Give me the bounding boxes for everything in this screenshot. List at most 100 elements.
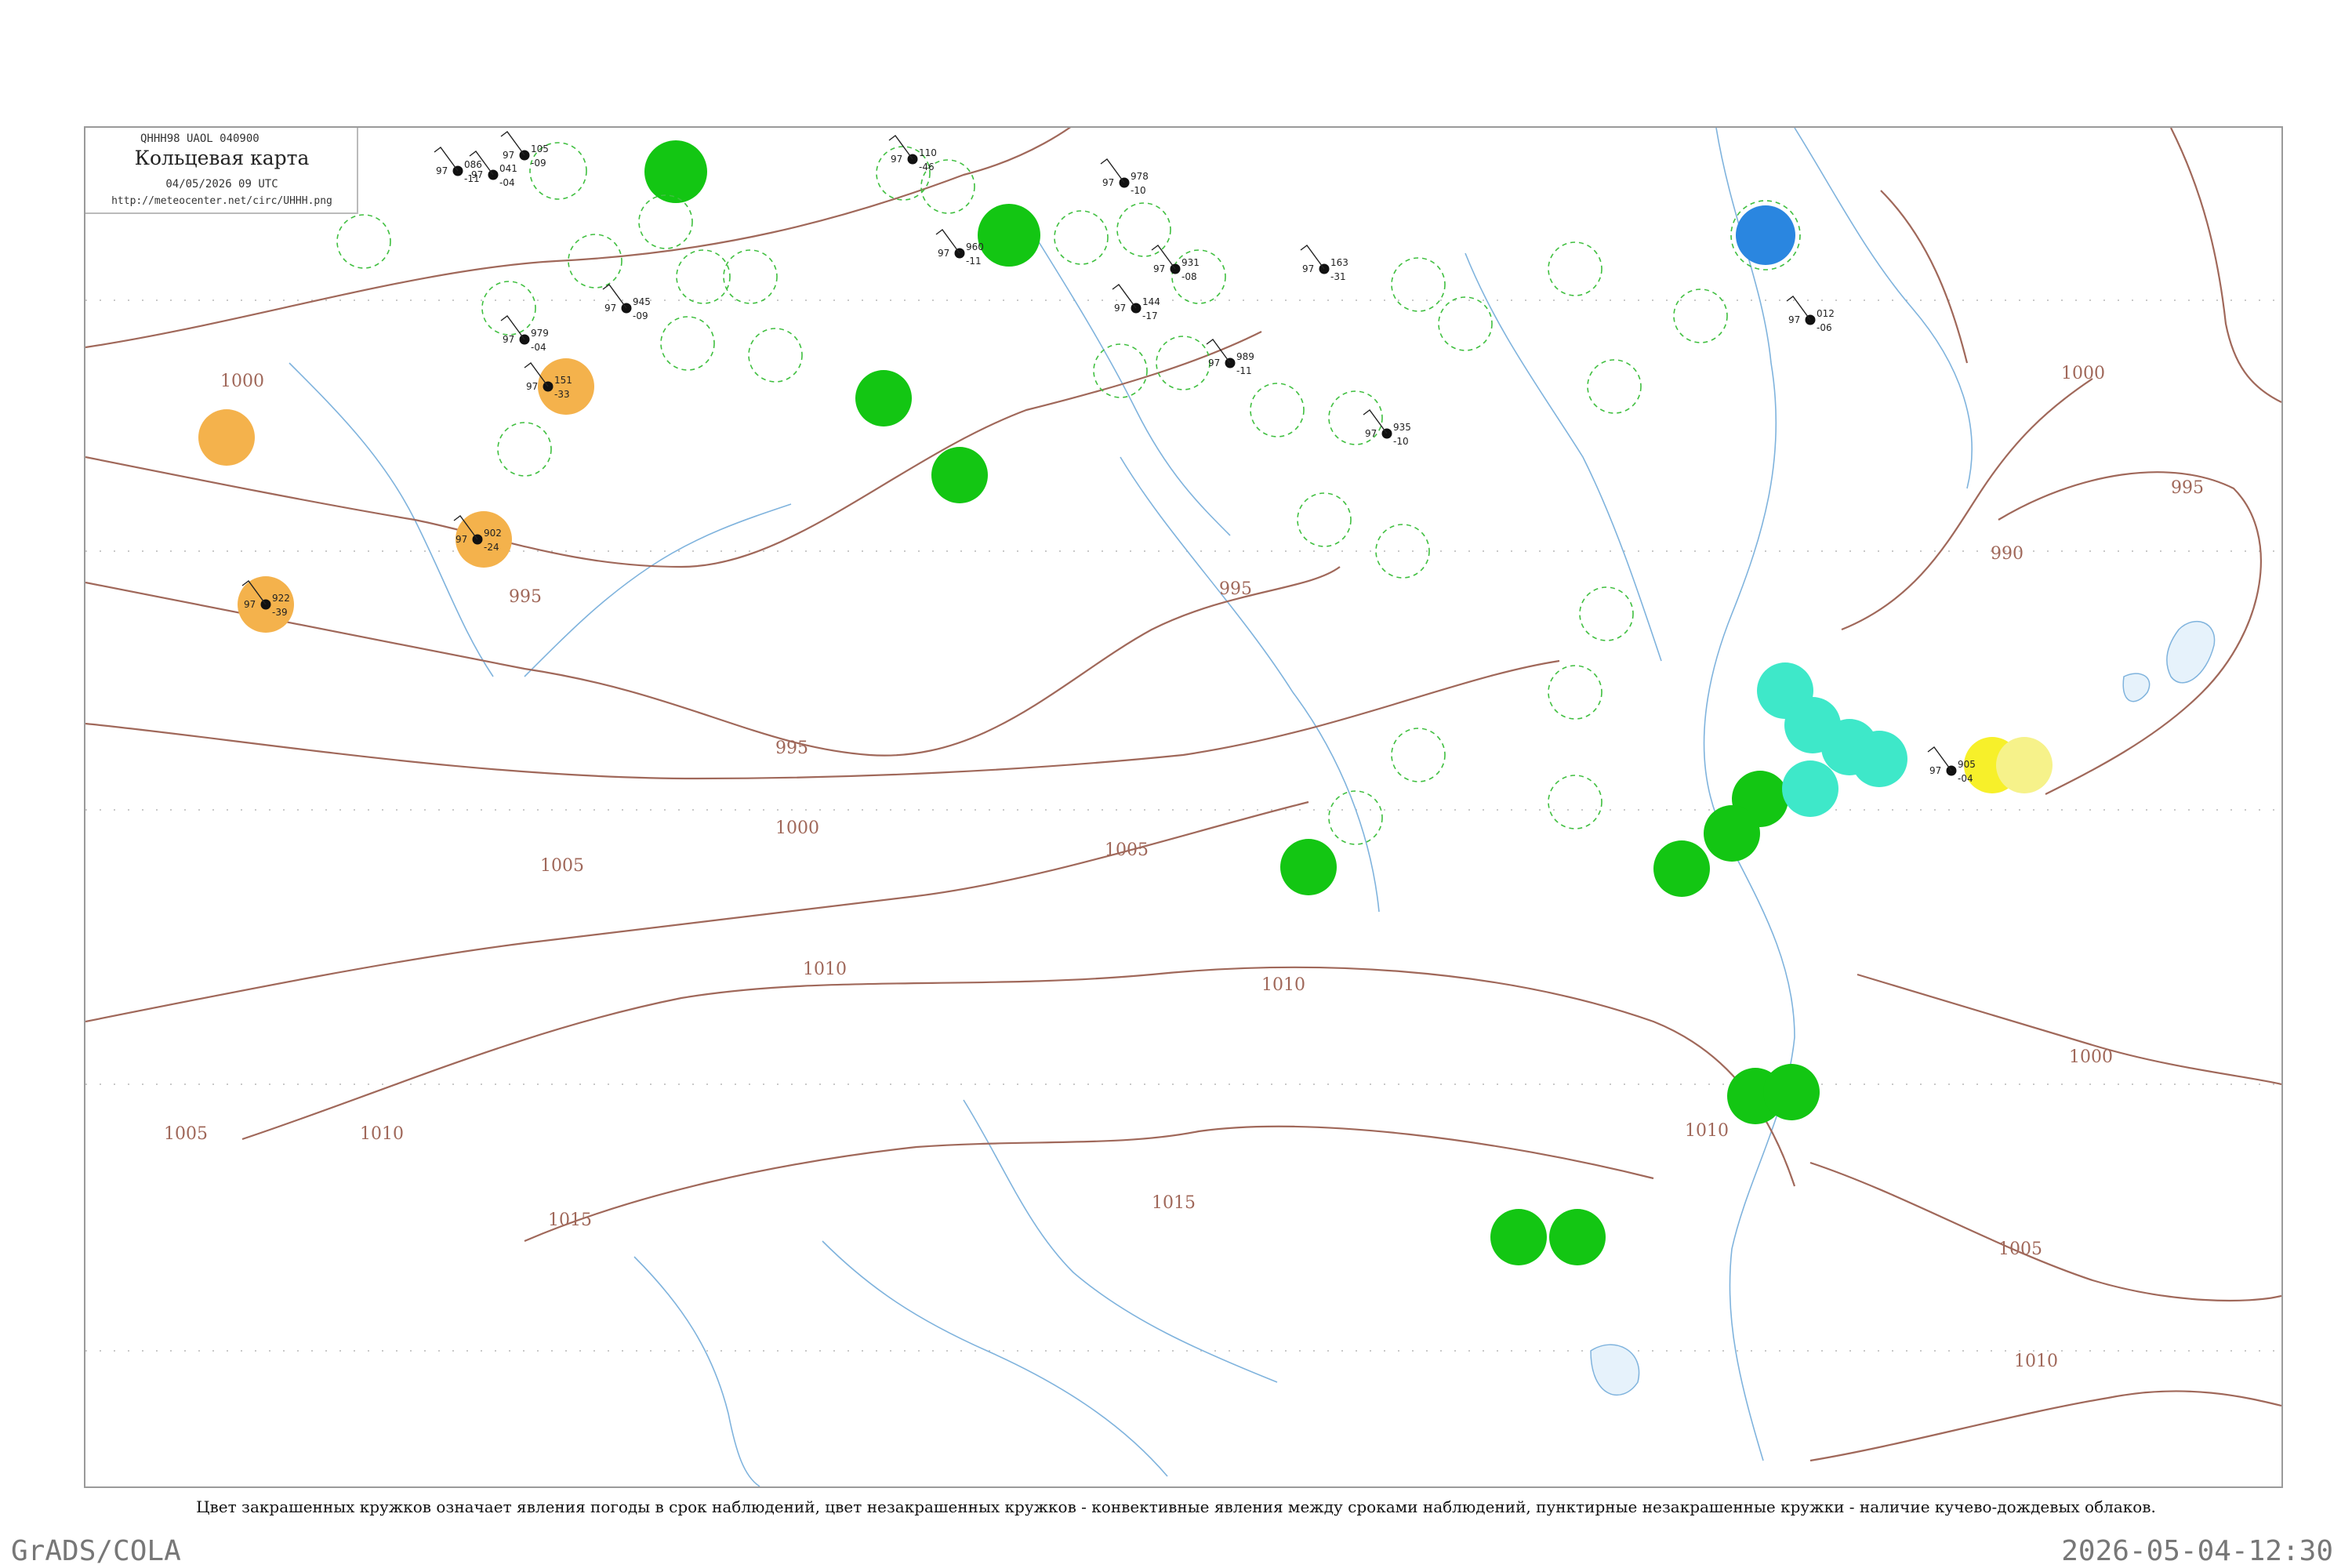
isobar-label: 995 — [775, 739, 808, 758]
station-value-d: -31 — [1330, 271, 1346, 282]
station-value-d: -06 — [1817, 322, 1832, 333]
marker-green — [1490, 1209, 1547, 1265]
station-value-t: 97 — [1153, 263, 1165, 274]
station-plot: 012 97 -06 — [1786, 296, 1835, 333]
station-value-d: -11 — [966, 256, 982, 267]
isobar-label: 1005 — [540, 856, 584, 876]
isobar-label: 1005 — [1105, 840, 1149, 860]
isobar-label: 1010 — [1685, 1121, 1729, 1141]
station-plot: 978 97 -10 — [1100, 158, 1149, 196]
station-value-d: -04 — [1958, 773, 1973, 784]
station-value-p: 902 — [484, 528, 502, 539]
marker-green — [1763, 1064, 1820, 1120]
station-value-d: -10 — [1131, 185, 1146, 196]
station-value-d: -09 — [633, 310, 648, 321]
station-value-t: 97 — [503, 334, 514, 345]
station-value-t: 97 — [1929, 765, 1941, 776]
station-value-t: 97 — [1788, 314, 1800, 325]
station-value-t: 97 — [938, 248, 949, 259]
marker-green — [1549, 1209, 1606, 1265]
isobar-label: 1000 — [220, 372, 264, 391]
station-value-t: 97 — [436, 165, 448, 176]
station-value-p: 041 — [499, 163, 517, 174]
station-value-t: 97 — [526, 381, 538, 392]
station-value-t: 97 — [1365, 428, 1377, 439]
station-value-p: 151 — [554, 375, 572, 386]
station-value-p: 012 — [1817, 308, 1835, 319]
marker-green — [931, 447, 988, 503]
marker-green — [1653, 840, 1710, 897]
station-value-d: -39 — [272, 607, 288, 618]
station-value-d: -10 — [1393, 436, 1409, 447]
station-value-t: 97 — [503, 150, 514, 161]
isobar-label: 1000 — [775, 818, 819, 838]
station-value-p: 935 — [1393, 422, 1411, 433]
station-value-t: 97 — [604, 303, 616, 314]
station-value-t: 97 — [456, 534, 467, 545]
marker-green — [1280, 839, 1337, 895]
station-plot: 144 97 -17 — [1112, 284, 1160, 321]
station-value-p: 105 — [531, 143, 549, 154]
station-value-d: -33 — [554, 389, 570, 400]
station-value-p: 922 — [272, 593, 290, 604]
station-value-d: -04 — [499, 177, 515, 188]
station-plot: 086 97 -11 — [434, 147, 482, 184]
station-value-t: 97 — [244, 599, 256, 610]
station-value-p: 931 — [1181, 257, 1200, 268]
marker-cyan — [1851, 731, 1907, 787]
station-value-t: 97 — [1302, 263, 1314, 274]
station-plots: 105 97 -09 041 97 -04 086 97 -11 945 97 -09 110 97 -46… — [241, 131, 1976, 784]
map-header: QHHH98 UAOL 040900 Кольцевая карта 04/05… — [85, 128, 358, 214]
isobar-label: 1005 — [164, 1124, 208, 1144]
station-value-p: 905 — [1958, 759, 1976, 770]
station-value-p: 086 — [464, 159, 482, 170]
station-value-d: -11 — [1236, 365, 1252, 376]
station-plot: 979 97 -04 — [500, 315, 549, 353]
map-title: Кольцевая карта — [134, 147, 310, 169]
map-url: http://meteocenter.net/circ/UHHH.png — [111, 195, 332, 207]
synoptic-map: 1000 995 995 995 1000 1005 1005 1010 101… — [85, 128, 2281, 1486]
software-credit: GrADS/COLA — [11, 1535, 181, 1567]
station-plot: 935 97 -10 — [1363, 409, 1411, 447]
station-value-t: 97 — [891, 154, 902, 165]
marker-green — [1704, 805, 1760, 862]
station-value-d: -09 — [531, 158, 546, 169]
marker-cyan — [1782, 760, 1838, 817]
station-value-p: 163 — [1330, 257, 1348, 268]
station-value-p: 110 — [919, 147, 937, 158]
station-value-p: 945 — [633, 296, 651, 307]
isobar-label: 1015 — [1152, 1193, 1196, 1213]
station-plot: 110 97 -46 — [888, 135, 937, 172]
map-frame: 1000 995 995 995 1000 1005 1005 1010 101… — [84, 126, 2283, 1488]
marker-orange — [198, 409, 255, 466]
isobar-label: 995 — [509, 587, 542, 607]
station-value-t: 97 — [1208, 358, 1220, 368]
marker-green — [644, 140, 707, 203]
station-plot: 989 97 -11 — [1206, 339, 1254, 376]
isobar-label: 995 — [2171, 478, 2204, 498]
station-value-t: 97 — [1102, 177, 1114, 188]
marker-green — [855, 370, 912, 426]
isobar-label: 1000 — [2061, 364, 2105, 383]
station-value-d: -24 — [484, 542, 499, 553]
isobar-label: 1010 — [803, 960, 847, 979]
isobar-label: 1015 — [548, 1210, 592, 1230]
station-plot: 163 97 -31 — [1300, 245, 1348, 282]
legend-caption: Цвет закрашенных кружков означает явлени… — [196, 1497, 2156, 1516]
station-value-d: -08 — [1181, 271, 1197, 282]
station-value-d: -04 — [531, 342, 546, 353]
station-value-p: 979 — [531, 328, 549, 339]
station-value-t: 97 — [1114, 303, 1126, 314]
isobar-label: 995 — [1219, 579, 1252, 599]
isobar-label: 1010 — [1261, 975, 1305, 995]
marker-green — [978, 204, 1040, 267]
station-value-d: -46 — [919, 162, 935, 172]
station-value-p: 960 — [966, 241, 984, 252]
station-plot: 945 97 -09 — [602, 284, 651, 321]
station-plot: 960 97 -11 — [935, 229, 984, 267]
map-date: 04/05/2026 09 UTC — [165, 178, 278, 191]
station-value-p: 989 — [1236, 351, 1254, 362]
isobars — [85, 128, 2281, 1462]
isobar-label: 1000 — [2069, 1047, 2113, 1067]
generation-timestamp: 2026-05-04-12:30 — [2061, 1535, 2333, 1567]
